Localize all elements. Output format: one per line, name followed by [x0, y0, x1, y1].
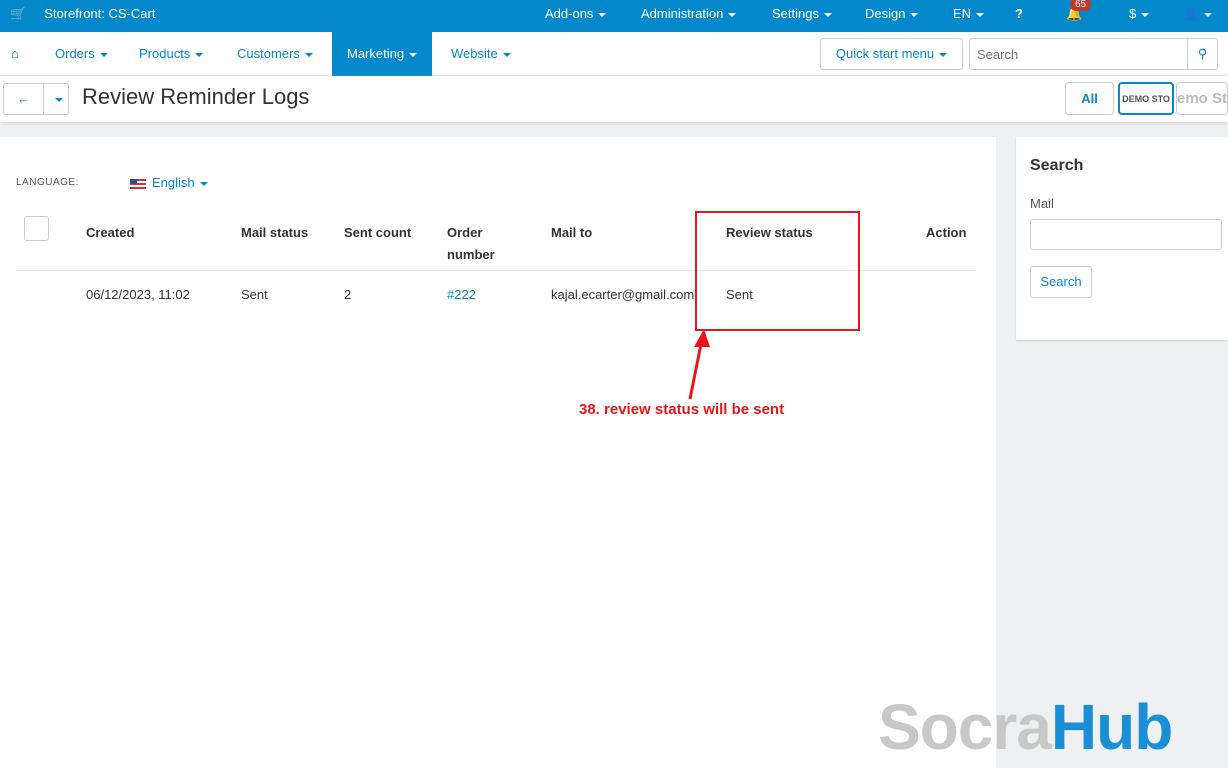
storefront-all-button[interactable]: All: [1065, 82, 1114, 115]
menu-currency[interactable]: $: [1129, 6, 1150, 21]
menu-language[interactable]: EN: [953, 6, 985, 21]
back-arrow-icon[interactable]: ←: [4, 84, 43, 114]
header-mail-status[interactable]: Mail status: [241, 222, 308, 244]
cell-mail-status: Sent: [241, 287, 268, 302]
us-flag-icon: [130, 178, 146, 189]
annotation-arrow: [688, 329, 710, 400]
cart-icon: 🛒: [10, 6, 27, 21]
nav-website[interactable]: Website: [451, 32, 511, 76]
header-action: Action: [926, 225, 967, 240]
main-nav: ⌂ Orders Products Customers Marketing We…: [0, 32, 1228, 76]
user-icon[interactable]: 👤: [1183, 6, 1213, 22]
nav-products[interactable]: Products: [139, 32, 204, 76]
mail-input[interactable]: [1030, 219, 1222, 250]
logs-panel: LANGUAGE: English Created Mail status Se…: [0, 137, 996, 768]
annotation-text: 38. review status will be sent: [579, 401, 785, 418]
cell-order-link[interactable]: #222: [447, 287, 476, 302]
nav-customers[interactable]: Customers: [237, 32, 313, 76]
cell-mail-to: kajal.ecarter@gmail.com: [551, 287, 695, 302]
highlight-box: [695, 211, 860, 331]
home-icon[interactable]: ⌂: [11, 32, 19, 76]
back-dropdown[interactable]: [43, 84, 68, 114]
header-sent-count[interactable]: Sent count: [344, 222, 411, 244]
search-sidebar: Search Mail Search: [1016, 137, 1228, 340]
nav-marketing[interactable]: Marketing: [332, 32, 433, 76]
socrahub-watermark: SocraHub: [878, 691, 1173, 763]
menu-settings[interactable]: Settings: [772, 6, 832, 21]
demo-store-button[interactable]: DEMO STO: [1118, 82, 1174, 115]
menu-administration[interactable]: Administration: [641, 6, 737, 21]
search-icon[interactable]: ⚲: [1187, 39, 1217, 69]
page-header: ← Review Reminder Logs All DEMO STO emo …: [0, 76, 1228, 122]
page-title: Review Reminder Logs: [82, 84, 310, 109]
notification-badge: 65: [1070, 0, 1092, 11]
sidebar-title: Search: [1030, 157, 1084, 174]
cell-created: 06/12/2023, 11:02: [86, 287, 190, 302]
header-created[interactable]: Created: [86, 222, 134, 244]
help-icon[interactable]: ?: [1015, 6, 1023, 21]
sidebar-search-button[interactable]: Search: [1030, 266, 1092, 298]
cell-sent-count: 2: [344, 287, 352, 302]
mail-label: Mail: [1030, 196, 1054, 211]
header-order-number[interactable]: Order number: [447, 222, 495, 266]
storefront-link[interactable]: Storefront: CS-Cart: [44, 6, 155, 22]
menu-addons[interactable]: Add-ons: [545, 6, 607, 21]
select-all-checkbox[interactable]: [24, 216, 49, 241]
menu-design[interactable]: Design: [865, 6, 919, 21]
demo-store-2-button[interactable]: emo Sto: [1176, 82, 1228, 115]
search-input[interactable]: [970, 39, 1187, 69]
language-label: LANGUAGE:: [16, 177, 79, 188]
header-mail-to[interactable]: Mail to: [551, 222, 592, 244]
nav-orders[interactable]: Orders: [55, 32, 108, 76]
quick-start-menu-button[interactable]: Quick start menu: [820, 38, 963, 70]
language-select[interactable]: English: [130, 175, 208, 190]
top-bar: 🛒 Storefront: CS-Cart Add-ons Administrat…: [0, 0, 1228, 32]
